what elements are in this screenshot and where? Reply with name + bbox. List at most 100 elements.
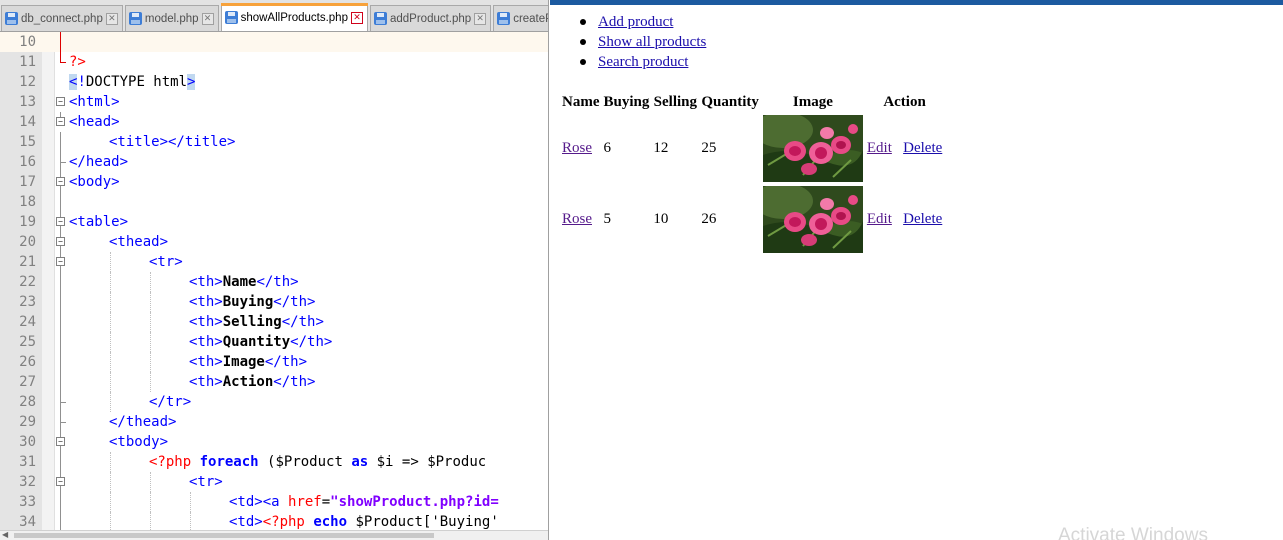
save-disk-icon xyxy=(373,12,387,25)
code-text: <th>Quantity</th> xyxy=(189,334,333,350)
edit-link[interactable]: Edit xyxy=(867,140,892,156)
selling-cell: 10 xyxy=(653,211,669,227)
close-icon[interactable]: ✕ xyxy=(474,12,487,25)
fold-collapse-icon[interactable]: − xyxy=(56,217,65,226)
nav-list: Add product Show all products Search pro… xyxy=(550,12,706,72)
activate-windows-watermark: Activate Windows xyxy=(1058,525,1208,540)
code-text: <thead> xyxy=(109,234,169,250)
delete-link[interactable]: Delete xyxy=(903,140,942,156)
tab-label: showAllProducts.php xyxy=(240,11,348,24)
products-table: Name Buying Selling Quantity Image Actio… xyxy=(559,91,945,256)
image-cell xyxy=(762,114,864,183)
code-area[interactable]: 10 11 ?> 12 <!DOCTYPE html> 13 − <html> … xyxy=(0,32,548,532)
tab-label: createProduct xyxy=(513,12,548,25)
code-line: 13 − <html> xyxy=(0,92,548,112)
code-text: <html> xyxy=(69,94,120,110)
fold-collapse-icon[interactable]: − xyxy=(56,177,65,186)
fold-collapse-icon[interactable]: − xyxy=(56,257,65,266)
line-number: 17 xyxy=(19,174,36,190)
tab-add-product[interactable]: addProduct.php ✕ xyxy=(369,5,492,31)
save-disk-icon xyxy=(497,12,511,25)
code-line: 32 − <tr> xyxy=(0,472,548,492)
save-disk-icon xyxy=(224,11,238,24)
line-number: 12 xyxy=(19,74,36,90)
code-line: 17 − <body> xyxy=(0,172,548,192)
rose-image xyxy=(762,186,863,253)
code-text: ?> xyxy=(69,54,86,70)
fold-collapse-icon[interactable]: − xyxy=(56,237,65,246)
line-number: 30 xyxy=(19,434,36,450)
line-number: 19 xyxy=(19,214,36,230)
line-number: 13 xyxy=(19,94,36,110)
line-number: 34 xyxy=(19,514,36,530)
code-line: 31 <?php foreach ($Product as $i => $Pro… xyxy=(0,452,548,472)
code-line: 21 − <tr> xyxy=(0,252,548,272)
scrollbar-thumb[interactable] xyxy=(14,533,434,538)
fold-collapse-icon[interactable]: − xyxy=(56,437,65,446)
code-text: <th>Action</th> xyxy=(189,374,316,390)
selling-cell: 12 xyxy=(653,140,669,156)
table-row: Rose 6 12 25 Edit Delete xyxy=(561,114,943,183)
rose-image xyxy=(762,115,863,182)
image-cell xyxy=(762,185,864,254)
code-text: <td><a href="showProduct.php?id= xyxy=(229,494,499,510)
quantity-cell: 25 xyxy=(701,140,717,156)
product-name-link[interactable]: Rose xyxy=(562,140,592,156)
tab-model[interactable]: model.php ✕ xyxy=(124,5,219,31)
nav-item: Add product xyxy=(550,12,706,32)
code-line: 24 <th>Selling</th> xyxy=(0,312,548,332)
line-number: 21 xyxy=(19,254,36,270)
line-number: 10 xyxy=(19,34,36,50)
line-number: 14 xyxy=(19,114,36,130)
code-line: 26 <th>Image</th> xyxy=(0,352,548,372)
show-all-products-link[interactable]: Show all products xyxy=(598,34,706,50)
header-name: Name xyxy=(562,94,600,110)
tab-create-product[interactable]: createProduct xyxy=(493,5,548,31)
code-line: 10 xyxy=(0,32,548,52)
line-number: 18 xyxy=(19,194,36,210)
code-editor[interactable]: db_connect.php ✕ model.php ✕ showAllProd… xyxy=(0,0,549,540)
tab-db-connect[interactable]: db_connect.php ✕ xyxy=(1,5,123,31)
table-row: Rose 5 10 26 Edit Delete xyxy=(561,185,943,254)
save-disk-icon xyxy=(128,12,142,25)
header-selling: Selling xyxy=(653,94,698,110)
code-text: <tbody> xyxy=(109,434,169,450)
line-number: 11 xyxy=(19,54,36,70)
line-number: 15 xyxy=(19,134,36,150)
table-header-row: Name Buying Selling Quantity Image Actio… xyxy=(561,93,943,112)
edit-link[interactable]: Edit xyxy=(867,211,892,227)
fold-collapse-icon[interactable]: − xyxy=(56,477,65,486)
search-product-link[interactable]: Search product xyxy=(598,54,688,70)
code-text: <th>Image</th> xyxy=(189,354,308,370)
code-text: </thead> xyxy=(109,414,177,430)
header-image: Image xyxy=(792,94,833,110)
tab-show-all-products[interactable]: showAllProducts.php ✕ xyxy=(220,3,369,31)
close-icon[interactable]: ✕ xyxy=(105,12,118,25)
tab-label: model.php xyxy=(144,12,199,25)
line-number: 22 xyxy=(19,274,36,290)
product-name-link[interactable]: Rose xyxy=(562,211,592,227)
line-number: 31 xyxy=(19,454,36,470)
fold-collapse-icon[interactable]: − xyxy=(56,117,65,126)
delete-link[interactable]: Delete xyxy=(903,211,942,227)
close-icon[interactable]: ✕ xyxy=(350,11,363,24)
horizontal-scrollbar[interactable]: ◀ xyxy=(0,530,548,540)
action-cell: Edit Delete xyxy=(866,185,943,254)
header-quantity: Quantity xyxy=(701,94,759,110)
code-line: 30 − <tbody> xyxy=(0,432,548,452)
code-text: <th>Buying</th> xyxy=(189,294,316,310)
code-text: </head> xyxy=(69,154,129,170)
scroll-left-icon[interactable]: ◀ xyxy=(2,530,8,539)
nav-item: Search product xyxy=(550,52,706,72)
line-number: 29 xyxy=(19,414,36,430)
line-number: 26 xyxy=(19,354,36,370)
code-line: 14 − <head> xyxy=(0,112,548,132)
code-text: <tr> xyxy=(189,474,223,490)
code-line: 23 <th>Buying</th> xyxy=(0,292,548,312)
close-icon[interactable]: ✕ xyxy=(201,12,214,25)
code-text: <td><?php echo $Product['Buying' xyxy=(229,514,499,530)
tab-label: db_connect.php xyxy=(21,12,103,25)
fold-collapse-icon[interactable]: − xyxy=(56,97,65,106)
add-product-link[interactable]: Add product xyxy=(598,14,673,30)
browser-viewport: Add product Show all products Search pro… xyxy=(550,0,1283,540)
